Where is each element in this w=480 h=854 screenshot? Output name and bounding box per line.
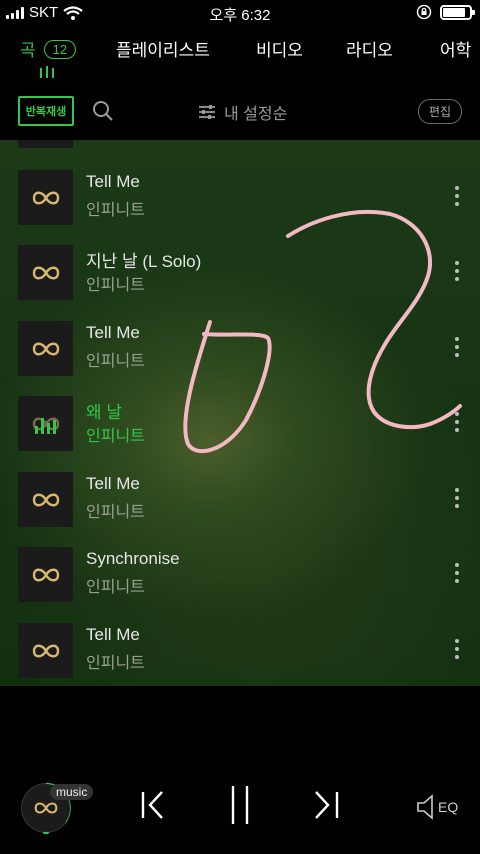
more-options-icon[interactable]: [454, 261, 460, 281]
album-art: [18, 245, 73, 300]
infinity-logo-icon: [34, 802, 58, 814]
active-tab-indicator: [40, 66, 54, 78]
song-artist: 인피니트: [86, 353, 145, 370]
song-title: Tell Me: [86, 474, 140, 493]
list-toolbar: 반복재생 내 설정순 편집: [0, 86, 480, 140]
tab-playlists[interactable]: 플레이리스트: [116, 36, 210, 61]
album-art: [18, 321, 73, 376]
album-art: [18, 623, 73, 678]
song-row[interactable]: Tell Me 인피니트: [0, 470, 480, 545]
infinity-logo-icon: [32, 266, 59, 279]
song-artist: 인피니트: [86, 428, 145, 445]
infinity-logo-icon: [32, 342, 59, 355]
more-options-icon[interactable]: [454, 639, 460, 659]
infinity-logo-icon: [32, 568, 59, 581]
status-time: 오후 6:32: [209, 7, 271, 24]
song-row[interactable]: Tell Me 인피니트: [0, 621, 480, 686]
album-art: [18, 547, 73, 602]
tab-language[interactable]: 어학: [440, 36, 471, 61]
song-row[interactable]: Synchronise 인피니트: [0, 545, 480, 620]
song-artist: 인피니트: [86, 202, 145, 219]
more-options-icon[interactable]: [454, 337, 460, 357]
app-tag: music: [50, 784, 94, 800]
song-artist: 인피니트: [86, 579, 145, 596]
song-row[interactable]: Tell Me 인피니트: [0, 319, 480, 394]
song-title: Tell Me: [86, 172, 140, 191]
eq-button[interactable]: EQ: [416, 794, 458, 820]
status-right: [416, 4, 475, 20]
song-row[interactable]: 지난 날 (L Solo) 인피니트: [0, 243, 480, 318]
song-row-now-playing[interactable]: 왜 날 인피니트: [0, 394, 480, 469]
repeat-play-button[interactable]: 반복재생: [18, 96, 74, 126]
song-row[interactable]: Tell Me 인피니트: [0, 168, 480, 243]
sort-label: 내 설정순: [224, 106, 288, 123]
sort-button[interactable]: 내 설정순: [198, 100, 287, 124]
song-artist: 인피니트: [86, 277, 145, 294]
song-artist: 인피니트: [86, 655, 145, 672]
tab-videos[interactable]: 비디오: [256, 36, 303, 61]
song-artist: 인피니트: [86, 504, 145, 521]
rotation-lock-icon: [416, 4, 432, 20]
song-title: 왜 날: [86, 403, 123, 422]
song-title: Tell Me: [86, 625, 140, 644]
battery-icon: [440, 4, 475, 20]
status-bar: SKT 오후 6:32: [0, 0, 480, 26]
album-art: [18, 170, 73, 225]
song-title: Tell Me: [86, 323, 140, 342]
infinity-logo-icon: [32, 493, 59, 506]
eq-label: EQ: [438, 799, 459, 815]
category-tabs: 곡 12 플레이리스트 비디오 라디오 어학: [0, 26, 480, 86]
search-icon[interactable]: [92, 100, 114, 122]
previous-track-icon[interactable]: [140, 788, 168, 822]
sliders-icon: [199, 105, 215, 119]
infinity-logo-icon: [32, 191, 59, 204]
more-options-icon[interactable]: [454, 186, 460, 206]
edit-button[interactable]: 편집: [417, 99, 462, 124]
more-options-icon[interactable]: [454, 412, 460, 432]
album-art: [18, 472, 73, 527]
song-count-badge: 12: [43, 40, 77, 59]
now-playing-equalizer-icon: [35, 414, 56, 434]
mini-player: music EQ: [0, 686, 480, 854]
previous-album-art: [18, 140, 73, 148]
tab-songs[interactable]: 곡 12: [20, 36, 77, 61]
speaker-icon: [417, 794, 433, 820]
more-options-icon[interactable]: [454, 563, 460, 583]
tab-songs-label: 곡: [20, 41, 36, 60]
repeat-play-label: 반복재생: [25, 106, 67, 118]
song-title: Synchronise: [86, 549, 180, 568]
infinity-logo-icon: [32, 644, 59, 657]
song-list[interactable]: Tell Me 인피니트 지난 날 (L Solo) 인피니트 Tell Me …: [0, 140, 480, 686]
album-art: [18, 396, 73, 451]
next-track-icon[interactable]: [312, 788, 340, 822]
tab-radio[interactable]: 라디오: [346, 36, 393, 61]
more-options-icon[interactable]: [454, 488, 460, 508]
pause-icon[interactable]: [228, 784, 252, 826]
song-title: 지난 날 (L Solo): [86, 252, 202, 271]
